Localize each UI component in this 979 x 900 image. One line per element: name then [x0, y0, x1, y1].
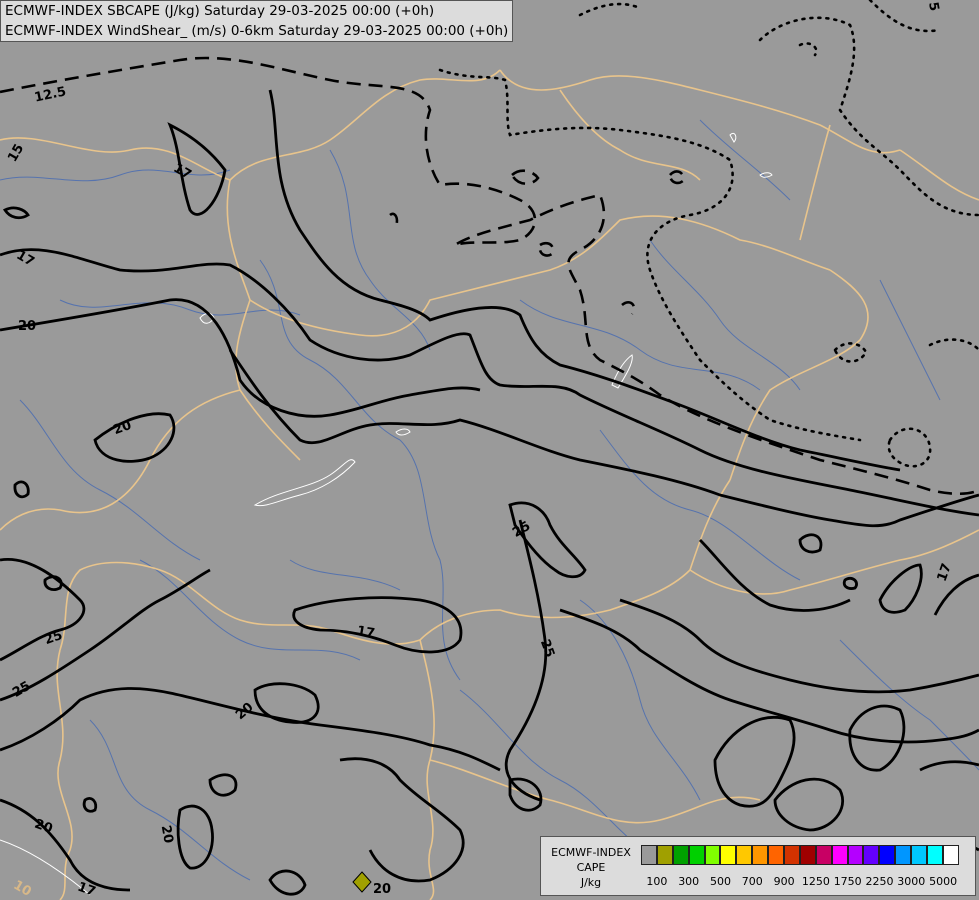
legend-tick-label: 500 [710, 875, 731, 888]
legend-swatch [942, 845, 959, 865]
header-line-windshear: ECMWF-INDEX WindShear_ (m/s) 0-6km Satur… [5, 23, 509, 39]
legend-ticks: 100 300 500 700 900 1250 1750 2250 3000 5000 [641, 875, 971, 889]
contour-label: 20 [158, 824, 176, 844]
legend-swatch [895, 845, 912, 865]
legend-swatch [672, 845, 689, 865]
legend-swatch [641, 845, 657, 865]
legend-swatch [784, 845, 800, 865]
legend-swatch [911, 845, 928, 865]
legend-title: ECMWF-INDEX CAPE J/kg [545, 845, 637, 890]
legend-swatch [847, 845, 864, 865]
legend-source: ECMWF-INDEX [551, 846, 631, 859]
legend-swatch [863, 845, 880, 865]
legend-tick-label: 3000 [897, 875, 926, 888]
legend-tick-label: 100 [646, 875, 668, 888]
legend-tick-label: 700 [741, 875, 763, 888]
legend-swatch [831, 845, 848, 865]
marker-label: 20 [373, 882, 391, 897]
contour-label: 17 [356, 624, 376, 642]
legend-tick-label: 300 [678, 875, 700, 888]
legend-swatch [704, 845, 721, 865]
legend-tick-label: 900 [773, 875, 795, 888]
legend-tick-label: 1250 [801, 875, 830, 888]
legend-tick-label: 1750 [833, 875, 862, 888]
forecast-map: 12.5 15 17 17 20 20 25 25 17 25 25 17 20… [0, 0, 979, 900]
legend-swatch [799, 845, 816, 865]
legend-variable: CAPE [576, 861, 606, 874]
legend-swatch [927, 845, 943, 865]
legend-swatches [641, 845, 959, 865]
legend-swatch [752, 845, 769, 865]
cape-legend: ECMWF-INDEX CAPE J/kg 100 300 500 700 900 125… [540, 836, 976, 896]
legend-tick-label: 2250 [865, 875, 894, 888]
legend-swatch [688, 845, 705, 865]
legend-swatch [736, 845, 753, 865]
legend-unit: J/kg [580, 876, 602, 889]
legend-tick-label: 5000 [929, 875, 958, 888]
legend-swatch [656, 845, 673, 865]
legend-swatch [815, 845, 832, 865]
contour-label: 20 [18, 319, 36, 334]
header-line-cape: ECMWF-INDEX SBCAPE (J/kg) Saturday 29-03… [5, 3, 435, 19]
legend-swatch [879, 845, 896, 865]
legend-swatch [768, 845, 785, 865]
legend-swatch [720, 845, 737, 865]
map-header: ECMWF-INDEX SBCAPE (J/kg) Saturday 29-03… [0, 0, 514, 42]
